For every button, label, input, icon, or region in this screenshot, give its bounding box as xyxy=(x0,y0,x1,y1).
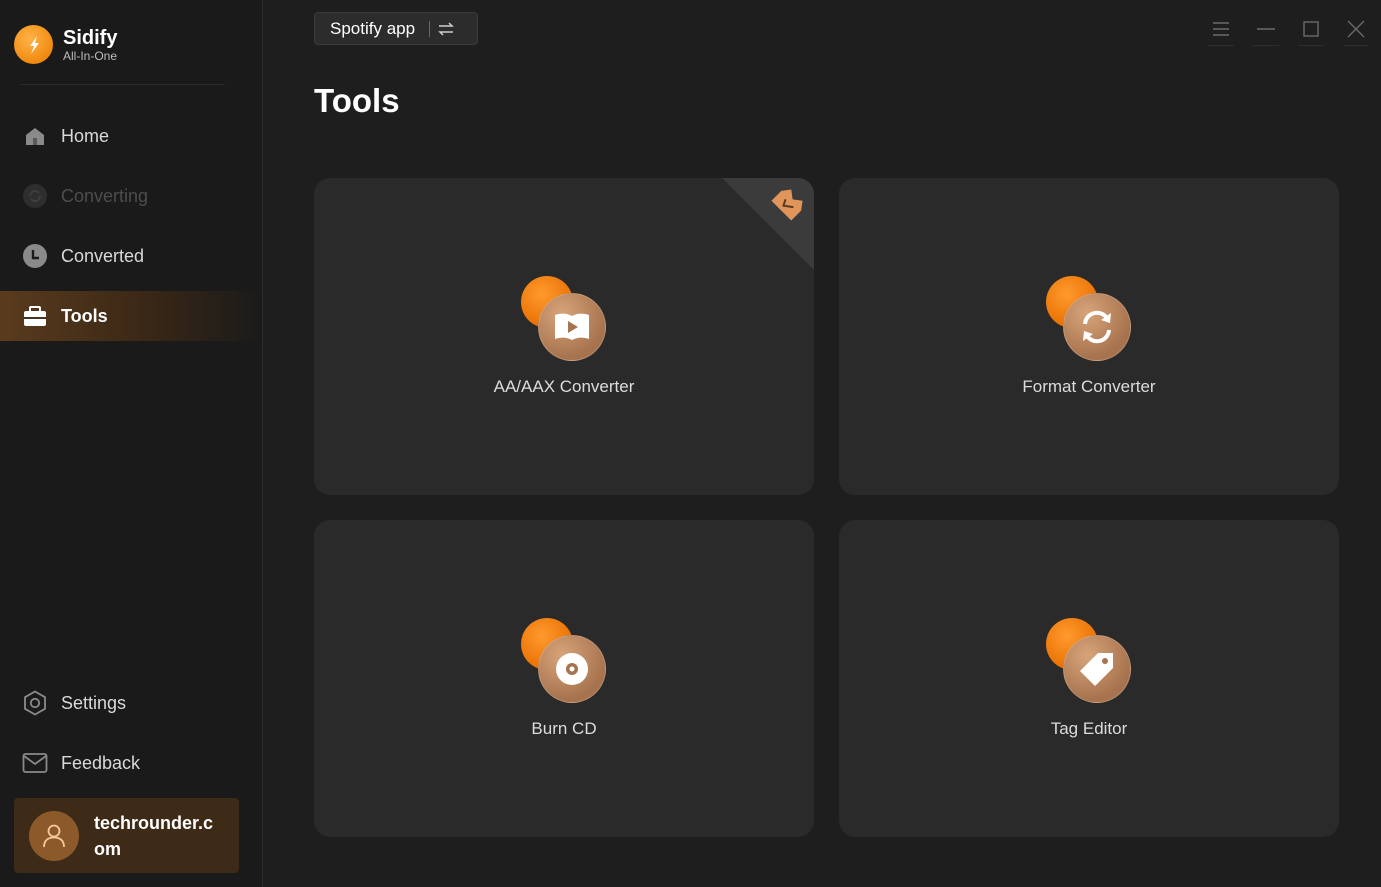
close-button[interactable] xyxy=(1341,12,1371,46)
sidebar-item-label: Home xyxy=(61,125,110,146)
brand: Sidify All-In-One xyxy=(14,25,117,64)
refresh-icon xyxy=(1046,276,1132,362)
cd-icon xyxy=(521,618,607,704)
avatar xyxy=(29,810,79,861)
tool-label: Tag Editor xyxy=(1050,719,1128,738)
menu-icon xyxy=(1213,22,1229,36)
tool-label: Format Converter xyxy=(1022,377,1156,396)
source-switch-button[interactable]: Spotify app xyxy=(314,12,478,45)
divider xyxy=(20,84,225,85)
close-icon xyxy=(1347,20,1365,38)
source-label: Spotify app xyxy=(330,18,416,38)
clock-icon xyxy=(22,243,48,269)
sidebar-item-label: Converted xyxy=(61,245,145,266)
sidebar-item-settings[interactable]: Settings xyxy=(0,678,262,728)
minimize-button[interactable] xyxy=(1251,12,1281,46)
sidebar-item-label: Converting xyxy=(61,185,149,206)
brand-subtitle: All-In-One xyxy=(63,48,118,63)
tool-card-aa-aax-converter[interactable]: AA/AAX Converter xyxy=(314,178,814,495)
tool-label: AA/AAX Converter xyxy=(493,377,635,396)
tool-card-burn-cd[interactable]: Burn CD xyxy=(314,520,814,837)
divider xyxy=(429,20,431,37)
minimize-icon xyxy=(1257,28,1275,30)
mail-icon xyxy=(22,750,48,776)
maximize-icon xyxy=(1303,21,1319,37)
tool-label: Burn CD xyxy=(531,719,597,738)
toolbox-icon xyxy=(22,303,48,329)
audiobook-icon xyxy=(521,276,607,362)
user-account-card[interactable]: techrounder.com xyxy=(14,798,239,873)
swap-icon xyxy=(438,21,454,36)
user-icon xyxy=(43,824,65,847)
user-name: techrounder.com xyxy=(94,812,214,859)
sidify-logo-icon xyxy=(14,25,53,64)
menu-button[interactable] xyxy=(1206,12,1236,46)
maximize-button[interactable] xyxy=(1296,12,1326,46)
tag-icon xyxy=(1046,618,1132,704)
sidebar-item-label: Tools xyxy=(61,305,108,326)
page-title: Tools xyxy=(314,82,400,119)
sidebar-item-converting[interactable]: Converting xyxy=(0,171,262,221)
sidebar-item-label: Feedback xyxy=(61,752,141,773)
sidebar-item-home[interactable]: Home xyxy=(0,111,262,161)
converting-icon xyxy=(22,183,48,209)
tool-card-format-converter[interactable]: Format Converter xyxy=(839,178,1339,495)
gear-icon xyxy=(22,690,48,716)
sidebar-item-label: Settings xyxy=(61,692,127,713)
sidebar-item-converted[interactable]: Converted xyxy=(0,231,262,281)
premium-badge xyxy=(722,178,814,270)
sidebar-item-tools[interactable]: Tools xyxy=(0,291,262,341)
tool-card-tag-editor[interactable]: Tag Editor xyxy=(839,520,1339,837)
sidebar: Sidify All-In-One Home Converting Conver… xyxy=(0,0,263,887)
brand-name: Sidify xyxy=(63,26,118,49)
home-icon xyxy=(22,123,48,149)
sidebar-item-feedback[interactable]: Feedback xyxy=(0,738,262,788)
